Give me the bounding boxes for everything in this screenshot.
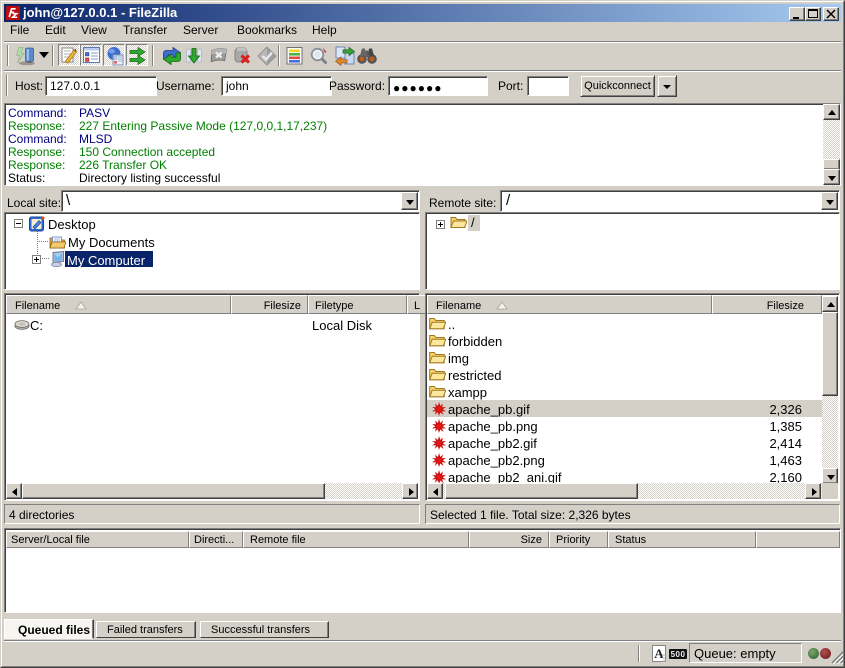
svg-text:500: 500 (671, 650, 686, 659)
svg-text:A: A (654, 646, 664, 661)
